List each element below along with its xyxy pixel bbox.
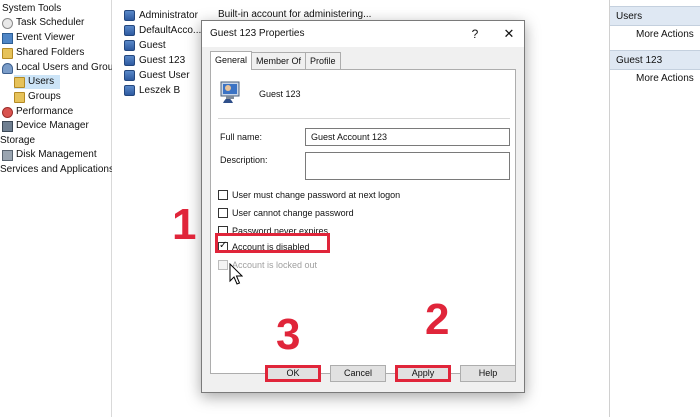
more-actions-link[interactable]: More Actions [636,29,694,40]
tree-item-storage[interactable]: Storage [0,134,35,148]
user-description: Built-in account for administering... [218,9,372,20]
user-name: Administrator [139,10,198,21]
list-item[interactable]: DefaultAcco... [124,23,201,38]
device-manager-icon [2,120,13,132]
user-name: Guest User [139,70,190,81]
list-item[interactable]: Leszek B [124,83,180,98]
step-2-label: 2 [425,295,450,344]
user-name: Guest 123 [139,55,186,66]
tree-item-label: Shared Folders [16,47,85,58]
cannot-change-password-option[interactable]: User cannot change password [218,206,354,219]
tree-item-local-users-and-groups[interactable]: Local Users and Groups [2,61,124,75]
tree-item-task-scheduler[interactable]: Task Scheduler [2,16,84,30]
help-button[interactable]: Help [460,365,516,382]
actions-section-header[interactable]: Guest 123 [610,50,700,70]
full-name-field[interactable] [305,128,510,146]
dialog-tabs: General Member Of Profile [210,51,341,70]
checkbox-label: Account is locked out [232,259,318,270]
event-viewer-icon [2,32,13,44]
step-1-label: 1 [172,200,197,249]
tree-item-label: Services and Applications [0,164,114,175]
user-account-icon [220,81,240,103]
tree-item-disk-management[interactable]: Disk Management [2,148,97,162]
tree-item-system-tools[interactable]: System Tools [2,2,61,16]
tree-item-event-viewer[interactable]: Event Viewer [2,31,75,45]
tree-item-label: Groups [28,91,61,102]
divider [218,118,510,119]
cancel-button[interactable]: Cancel [330,365,386,382]
apply-button[interactable]: Apply [395,365,451,382]
tree-item-label: Performance [16,106,74,117]
dialog-title: Guest 123 Properties [210,28,305,39]
task-scheduler-icon [2,17,13,29]
checkbox[interactable] [218,189,228,200]
tree-item-label: Local Users and Groups [16,62,124,73]
user-icon [124,25,135,36]
tree-item-services-and-applications[interactable]: Services and Applications [0,163,114,177]
step-3-label: 3 [276,310,301,359]
properties-dialog: Guest 123 Properties ? ✕ General Member … [201,20,525,393]
checkbox-disabled [218,259,228,270]
user-icon [124,85,135,96]
folder-icon [14,76,25,88]
console-tree: System Tools Task Scheduler Event Viewer… [0,0,124,417]
tree-item-label: Storage [0,135,36,146]
performance-icon [2,106,13,118]
user-icon [124,10,135,21]
description-field[interactable] [305,152,510,180]
description-label: Description: [220,155,268,165]
disk-management-icon [2,149,13,161]
full-name-label: Full name: [220,132,263,142]
checkbox-label: User must change password at next logon [232,189,401,200]
tree-item-users[interactable]: Users [14,75,61,89]
local-users-icon [2,62,13,74]
mouse-pointer-icon [229,263,243,285]
tab-general[interactable]: General [210,51,253,70]
tree-item-performance[interactable]: Performance [2,105,73,119]
list-item[interactable]: Guest [124,38,166,53]
checkbox-label: User cannot change password [232,207,354,218]
tree-item-device-manager[interactable]: Device Manager [2,119,89,133]
checkbox[interactable] [218,207,228,218]
tree-item-shared-folders[interactable]: Shared Folders [2,46,84,60]
tree-item-label: Device Manager [16,120,89,131]
user-icon [124,70,135,81]
more-actions-link[interactable]: More Actions [636,73,694,84]
list-item[interactable]: Guest 123 [124,53,185,68]
folder-icon [14,91,25,103]
screenshot: System Tools Task Scheduler Event Viewer… [0,0,700,417]
user-icon [124,40,135,51]
tree-item-label: Event Viewer [16,32,75,43]
ok-button[interactable]: OK [265,365,321,382]
tab-profile[interactable]: Profile [305,52,341,69]
user-name: Guest [139,40,166,51]
tree-item-label: System Tools [2,3,62,14]
user-icon [124,55,135,66]
tree-item-label: Disk Management [16,149,97,160]
highlight-box [215,233,330,253]
dialog-titlebar[interactable]: Guest 123 Properties ? ✕ [202,21,524,47]
list-item[interactable]: Administrator [124,8,198,23]
close-icon[interactable]: ✕ [500,25,518,43]
tree-item-label: Task Scheduler [16,17,85,28]
general-tab-panel [210,69,516,374]
actions-pane: Users More Actions Guest 123 More Action… [609,0,700,417]
must-change-password-option[interactable]: User must change password at next logon [218,188,400,201]
account-name: Guest 123 [259,89,301,99]
shared-folders-icon [2,47,13,59]
tree-item-groups[interactable]: Groups [14,90,61,104]
user-name: DefaultAcco... [139,25,202,36]
user-name: Leszek B [139,85,181,96]
help-icon[interactable]: ? [466,25,484,43]
tree-item-label: Users [28,76,55,87]
list-item[interactable]: Guest User [124,68,190,83]
actions-section-header[interactable]: Users [610,6,700,26]
tab-member-of[interactable]: Member Of [251,52,307,69]
